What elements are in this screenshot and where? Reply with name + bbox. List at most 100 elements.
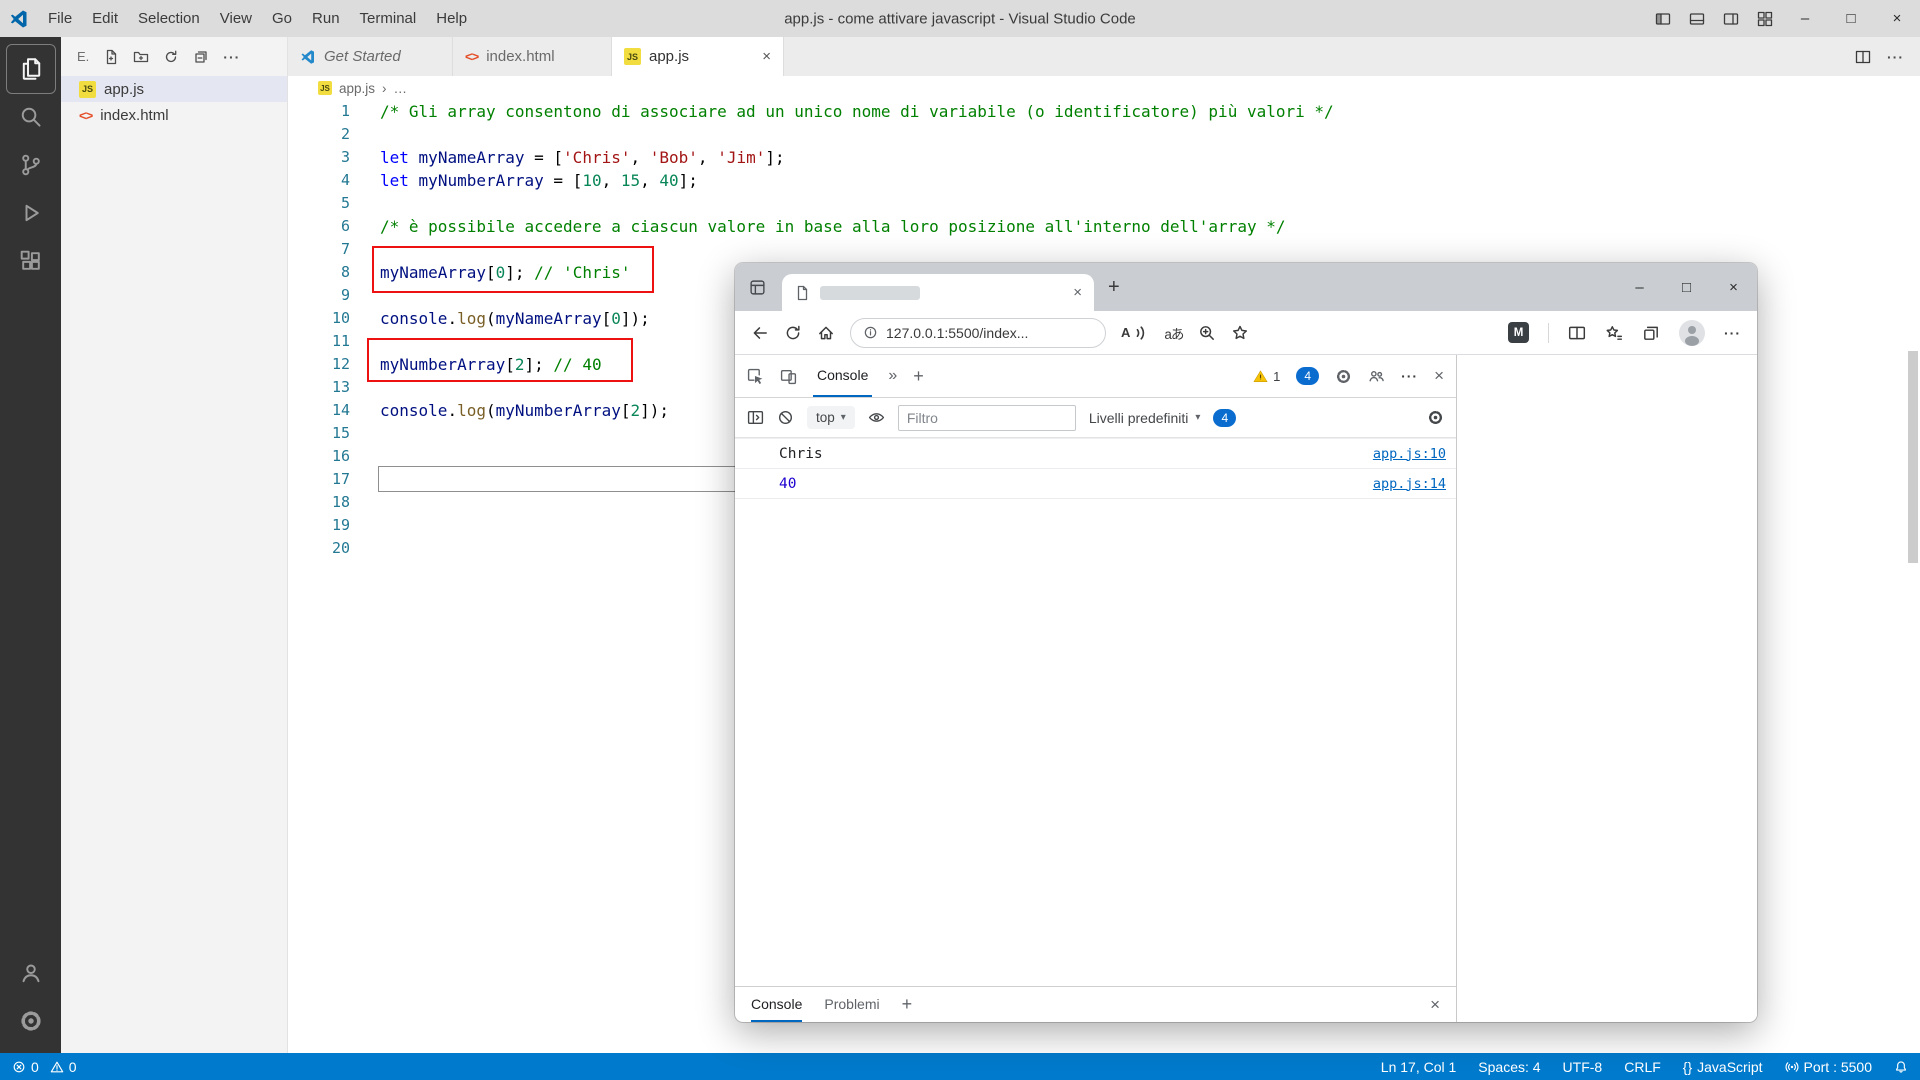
indentation[interactable]: Spaces: 4 <box>1478 1059 1540 1075</box>
new-folder-icon[interactable] <box>133 49 149 65</box>
read-aloud-icon[interactable]: A <box>1121 324 1149 342</box>
home-icon[interactable] <box>817 324 835 342</box>
inspect-element-icon[interactable] <box>747 368 764 385</box>
menu-help[interactable]: Help <box>426 6 477 31</box>
accounts-icon[interactable] <box>7 949 55 997</box>
cursor-position[interactable]: Ln 17, Col 1 <box>1381 1059 1457 1075</box>
minimize-button[interactable]: – <box>1782 0 1828 37</box>
address-bar[interactable]: 127.0.0.1:5500/index... <box>850 318 1106 348</box>
console-message-badge[interactable]: 4 <box>1213 409 1236 427</box>
add-devtools-tab-icon[interactable]: + <box>913 366 924 387</box>
code-line[interactable]: let myNameArray = ['Chris', 'Bob', 'Jim'… <box>380 146 1920 169</box>
browser-maximize-button[interactable]: □ <box>1663 263 1710 311</box>
console-row[interactable]: Chris app.js:10 <box>735 439 1456 469</box>
file-item-appjs[interactable]: JS app.js <box>61 76 287 102</box>
browser-settings-more-icon[interactable]: ··· <box>1724 325 1741 341</box>
split-screen-icon[interactable] <box>1568 324 1586 342</box>
devtools-settings-icon[interactable] <box>1335 368 1352 385</box>
refresh-explorer-icon[interactable] <box>163 49 179 65</box>
browser-close-button[interactable]: × <box>1710 263 1757 311</box>
bottom-close-icon[interactable]: × <box>1430 995 1440 1015</box>
explorer-more-icon[interactable]: ··· <box>223 49 240 65</box>
new-tab-button[interactable]: + <box>1108 276 1120 299</box>
search-icon[interactable] <box>7 93 55 141</box>
console-source-link[interactable]: app.js:10 <box>1373 446 1446 462</box>
toggle-secondary-sidebar-icon[interactable] <box>1714 0 1748 37</box>
menu-go[interactable]: Go <box>262 6 302 31</box>
editor-scrollbar[interactable] <box>1908 351 1918 563</box>
collapse-folders-icon[interactable] <box>193 49 209 65</box>
log-levels-dropdown[interactable]: Livelli predefiniti ▾ <box>1089 410 1201 426</box>
devtools-profiles-icon[interactable] <box>1368 368 1385 385</box>
code-line[interactable]: /* è possibile accedere a ciascun valore… <box>380 215 1920 238</box>
editor-more-icon[interactable]: ··· <box>1887 49 1904 65</box>
toggle-panel-icon[interactable] <box>1680 0 1714 37</box>
explorer-icon[interactable] <box>7 45 55 93</box>
menu-file[interactable]: File <box>38 6 82 31</box>
bottom-add-tab-icon[interactable]: + <box>902 994 913 1015</box>
browser-tab[interactable]: × <box>782 274 1094 311</box>
console-source-link[interactable]: app.js:14 <box>1373 476 1446 492</box>
back-icon[interactable] <box>751 324 769 342</box>
tab-actions-icon[interactable] <box>749 279 766 296</box>
menu-view[interactable]: View <box>210 6 262 31</box>
code-line[interactable] <box>380 123 1920 146</box>
problems-indicator[interactable]: 0 0 <box>12 1059 77 1075</box>
more-tabs-icon[interactable]: » <box>888 367 897 385</box>
favorite-add-icon[interactable] <box>1231 324 1249 342</box>
customize-layout-icon[interactable] <box>1748 0 1782 37</box>
live-server-port[interactable]: Port : 5500 <box>1785 1059 1873 1075</box>
language-mode[interactable]: {} JavaScript <box>1683 1059 1763 1075</box>
browser-minimize-button[interactable]: – <box>1616 263 1663 311</box>
menu-run[interactable]: Run <box>302 6 350 31</box>
encoding[interactable]: UTF-8 <box>1563 1059 1603 1075</box>
devtools-close-icon[interactable]: × <box>1434 366 1444 386</box>
split-editor-icon[interactable] <box>1855 49 1871 65</box>
breadcrumb-more[interactable]: … <box>394 81 408 96</box>
favorites-icon[interactable] <box>1605 324 1623 342</box>
eol-sequence[interactable]: CRLF <box>1624 1059 1661 1075</box>
maximize-button[interactable]: □ <box>1828 0 1874 37</box>
menu-selection[interactable]: Selection <box>128 6 210 31</box>
source-control-icon[interactable] <box>7 141 55 189</box>
warning-badge[interactable]: 1 <box>1253 369 1280 384</box>
profile-avatar[interactable] <box>1679 320 1705 346</box>
device-toolbar-icon[interactable] <box>780 368 797 385</box>
eye-icon[interactable] <box>868 409 885 426</box>
collections-icon[interactable] <box>1642 324 1660 342</box>
tab-index-html[interactable]: <> index.html <box>453 37 612 76</box>
console-sidebar-icon[interactable] <box>747 409 764 426</box>
clear-console-icon[interactable] <box>777 409 794 426</box>
message-count-badge[interactable]: 4 <box>1296 367 1319 385</box>
console-filter-input[interactable] <box>898 405 1076 431</box>
bottom-tab-console[interactable]: Console <box>751 987 802 1022</box>
extensions-icon[interactable] <box>7 237 55 285</box>
refresh-icon[interactable] <box>784 324 802 342</box>
browser-tab-close-icon[interactable]: × <box>1073 284 1082 301</box>
page-viewport[interactable] <box>1457 355 1757 1022</box>
translate-icon[interactable]: aあ <box>1164 323 1183 343</box>
menu-terminal[interactable]: Terminal <box>350 6 427 31</box>
close-button[interactable]: × <box>1874 0 1920 37</box>
bottom-tab-problems[interactable]: Problemi <box>824 987 879 1022</box>
tab-close-icon[interactable]: × <box>762 48 771 65</box>
devtools-more-icon[interactable]: ··· <box>1401 368 1418 384</box>
context-selector[interactable]: top ▾ <box>807 406 855 429</box>
pinned-extension-m-icon[interactable]: M <box>1508 322 1529 343</box>
breadcrumb-file[interactable]: app.js <box>339 81 375 96</box>
tab-app-js[interactable]: JS app.js × <box>612 37 784 76</box>
console-row[interactable]: 40 app.js:14 <box>735 469 1456 499</box>
notifications-bell-icon[interactable] <box>1894 1060 1908 1074</box>
console-settings-icon[interactable] <box>1427 409 1444 426</box>
code-line[interactable] <box>380 192 1920 215</box>
code-line[interactable]: /* Gli array consentono di associare ad … <box>380 100 1920 123</box>
toggle-sidebar-icon[interactable] <box>1646 0 1680 37</box>
settings-gear-icon[interactable] <box>7 997 55 1045</box>
run-and-debug-icon[interactable] <box>7 189 55 237</box>
tab-get-started[interactable]: Get Started <box>288 37 453 76</box>
devtools-tab-console[interactable]: Console <box>813 355 872 397</box>
file-item-indexhtml[interactable]: <> index.html <box>61 102 287 128</box>
new-file-icon[interactable] <box>103 49 119 65</box>
menu-edit[interactable]: Edit <box>82 6 128 31</box>
zoom-icon[interactable] <box>1198 324 1216 342</box>
